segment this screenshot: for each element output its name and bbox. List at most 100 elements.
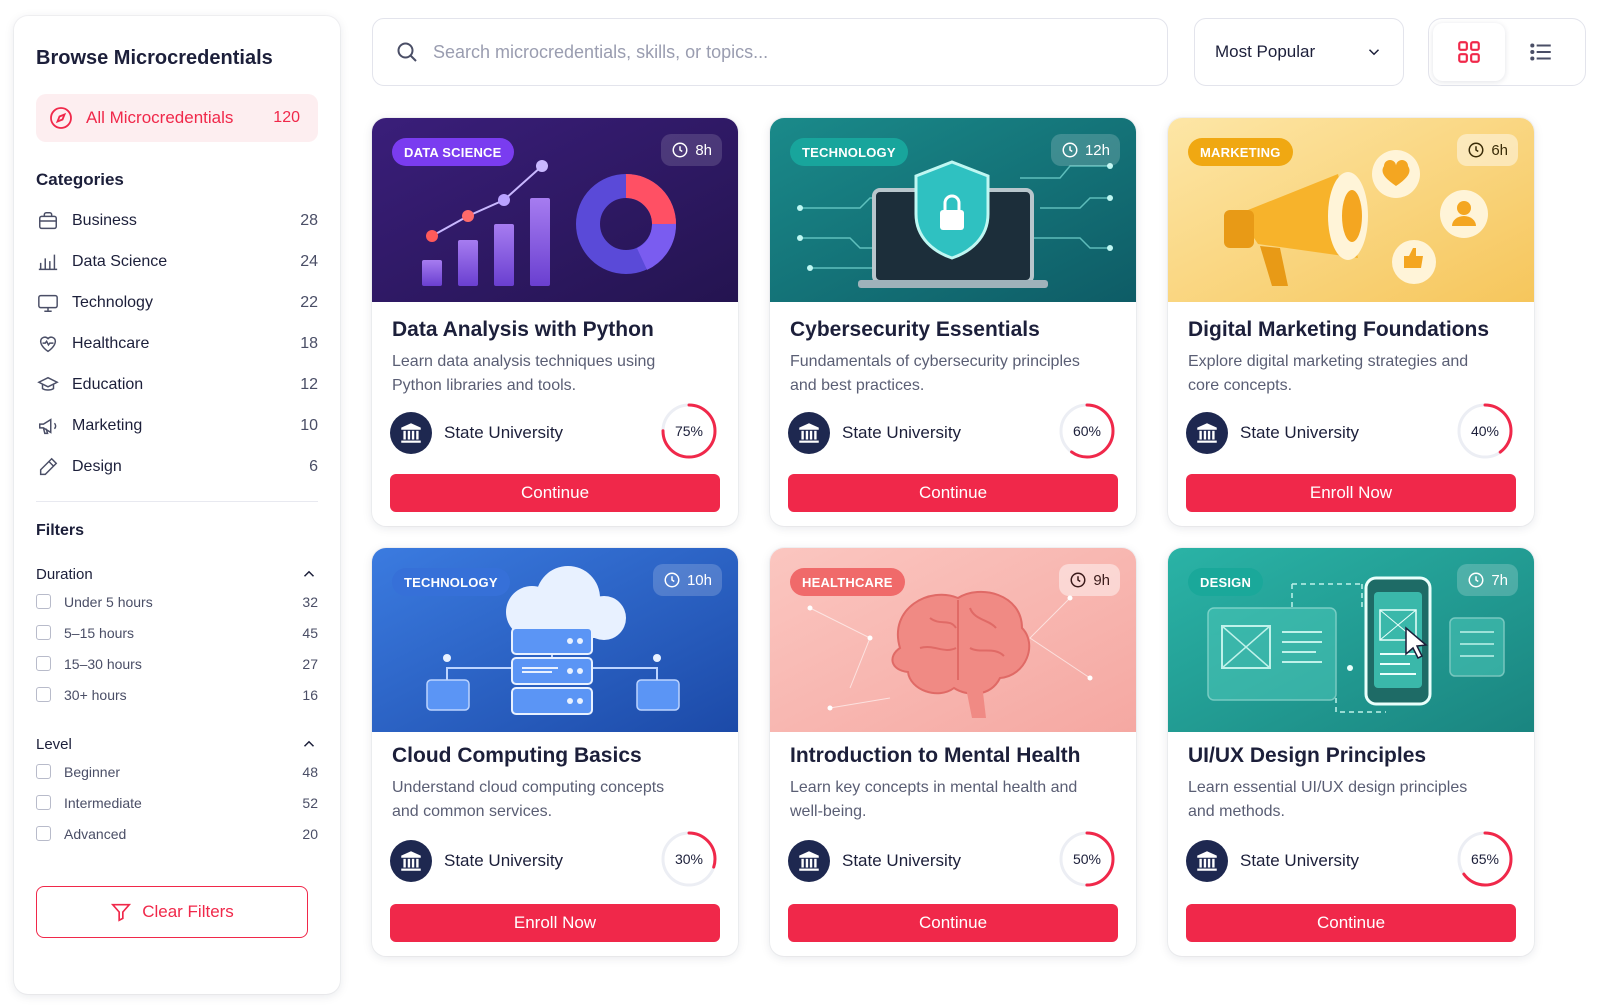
view-toggle [1428, 18, 1586, 86]
checkbox[interactable] [36, 795, 51, 810]
filters-heading: Filters [36, 522, 85, 539]
course-title[interactable]: UI/UX Design Principles [1188, 744, 1426, 768]
progress-ring: 65% [1456, 830, 1514, 888]
category-count: 22 [300, 293, 318, 311]
institution: State University [390, 412, 563, 454]
continue-button[interactable]: Continue [788, 474, 1118, 512]
duration-option-30-plus[interactable]: 30+ hours 16 [36, 679, 318, 710]
university-icon [390, 840, 432, 882]
category-item-marketing[interactable]: Marketing 10 [36, 405, 318, 446]
sort-dropdown[interactable]: Most Popular [1194, 18, 1404, 86]
course-title[interactable]: Cybersecurity Essentials [790, 318, 1040, 342]
grid-view-button[interactable] [1433, 23, 1505, 81]
duration-option-15-30[interactable]: 15–30 hours 27 [36, 648, 318, 679]
clear-filters-button[interactable]: Clear Filters [36, 886, 308, 938]
category-item-design[interactable]: Design 6 [36, 446, 318, 487]
briefcase-icon [36, 209, 60, 233]
progress-percent: 30% [674, 851, 704, 867]
duration-badge: 6h [1457, 134, 1518, 166]
duration-option-5-15[interactable]: 5–15 hours 45 [36, 617, 318, 648]
category-item-data-science[interactable]: Data Science 24 [36, 241, 318, 282]
duration-badge: 12h [1050, 134, 1120, 166]
checkbox[interactable] [36, 687, 51, 702]
institution-name: State University [444, 423, 564, 442]
category-label: Technology [72, 293, 153, 311]
course-title[interactable]: Data Analysis with Python [392, 318, 654, 342]
option-count: 52 [302, 794, 318, 811]
sidebar: Browse Microcredentials All Microcredent… [14, 16, 340, 994]
course-card[interactable]: HEALTHCARE 9h Introduction to Mental Hea… [770, 548, 1136, 956]
enroll-now-button[interactable]: Enroll Now [1186, 474, 1516, 512]
checkbox[interactable] [36, 594, 51, 609]
course-card[interactable]: TECHNOLOGY 10h Cloud Computing Basics Un… [372, 548, 738, 956]
duration-badge: 7h [1457, 564, 1518, 596]
course-description: Understand cloud computing concepts and … [392, 779, 665, 820]
continue-button[interactable]: Continue [390, 474, 720, 512]
checkbox[interactable] [36, 826, 51, 841]
category-count: 28 [300, 211, 318, 229]
continue-button[interactable]: Continue [788, 904, 1118, 942]
institution: State University [1186, 840, 1359, 882]
checkbox[interactable] [36, 625, 51, 640]
chevron-up-icon [303, 740, 315, 747]
clock-icon [1070, 572, 1086, 588]
duration-badge: 9h [1059, 564, 1120, 596]
duration-filter-label: Duration [36, 565, 93, 583]
course-banner-image: TECHNOLOGY 10h [372, 548, 738, 732]
option-label: Intermediate [64, 794, 142, 811]
category-tag: TECHNOLOGY [790, 138, 908, 166]
category-item-healthcare[interactable]: Healthcare 18 [36, 323, 318, 364]
category-count: 12 [300, 375, 318, 393]
university-icon [1186, 412, 1228, 454]
category-item-education[interactable]: Education 12 [36, 364, 318, 405]
all-microcredentials-item[interactable]: All Microcredentials 120 [36, 94, 318, 142]
level-option-advanced[interactable]: Advanced 20 [36, 818, 318, 849]
enroll-now-button[interactable]: Enroll Now [390, 904, 720, 942]
course-description: Fundamentals of cybersecurity principles… [790, 353, 1080, 394]
institution-name: State University [1240, 423, 1360, 442]
course-description: Explore digital marketing strategies and… [1188, 353, 1469, 394]
duration-value: 8h [695, 141, 712, 159]
course-card[interactable]: DATA SCIENCE 8h Data Analysis with Pytho… [372, 118, 738, 526]
progress-percent: 65% [1470, 851, 1500, 867]
continue-button[interactable]: Continue [1186, 904, 1516, 942]
level-filter-header[interactable]: Level [36, 732, 318, 756]
category-label: Data Science [72, 252, 168, 270]
category-item-technology[interactable]: Technology 22 [36, 282, 318, 323]
course-title[interactable]: Introduction to Mental Health [790, 744, 1080, 768]
category-count: 18 [300, 334, 318, 352]
option-count: 16 [302, 686, 318, 703]
duration-value: 9h [1093, 571, 1110, 589]
course-card[interactable]: MARKETING 6h Digital Marketing Foundatio… [1168, 118, 1534, 526]
search-input[interactable] [433, 41, 1113, 63]
category-tag: DATA SCIENCE [392, 138, 514, 166]
course-card[interactable]: DESIGN 7h UI/UX Design Principles Learn … [1168, 548, 1534, 956]
course-banner-image: HEALTHCARE 9h [770, 548, 1136, 732]
level-option-intermediate[interactable]: Intermediate 52 [36, 787, 318, 818]
progress-percent: 75% [674, 423, 704, 439]
institution: State University [390, 840, 563, 882]
duration-filter-header[interactable]: Duration [36, 562, 318, 586]
checkbox[interactable] [36, 764, 51, 779]
course-card[interactable]: TECHNOLOGY 12h Cybersecurity Essentials … [770, 118, 1136, 526]
institution-name: State University [842, 423, 962, 442]
university-icon [788, 412, 830, 454]
category-label: Design [72, 457, 122, 475]
course-title[interactable]: Digital Marketing Foundations [1188, 318, 1489, 342]
duration-value: 10h [686, 571, 712, 589]
checkbox[interactable] [36, 656, 51, 671]
option-count: 45 [302, 624, 318, 641]
compass-icon [48, 105, 74, 131]
duration-value: 6h [1491, 141, 1508, 159]
course-title[interactable]: Cloud Computing Basics [392, 744, 642, 768]
category-item-business[interactable]: Business 28 [36, 200, 318, 241]
category-label: Education [72, 375, 144, 393]
chevron-down-icon [1368, 49, 1380, 56]
duration-option-under-5[interactable]: Under 5 hours 32 [36, 586, 318, 617]
list-view-button[interactable] [1505, 23, 1577, 81]
progress-percent: 50% [1072, 851, 1102, 867]
chevron-up-icon [303, 570, 315, 577]
search-bar[interactable] [372, 18, 1168, 86]
bar-chart-icon [36, 250, 60, 274]
level-option-beginner[interactable]: Beginner 48 [36, 756, 318, 787]
